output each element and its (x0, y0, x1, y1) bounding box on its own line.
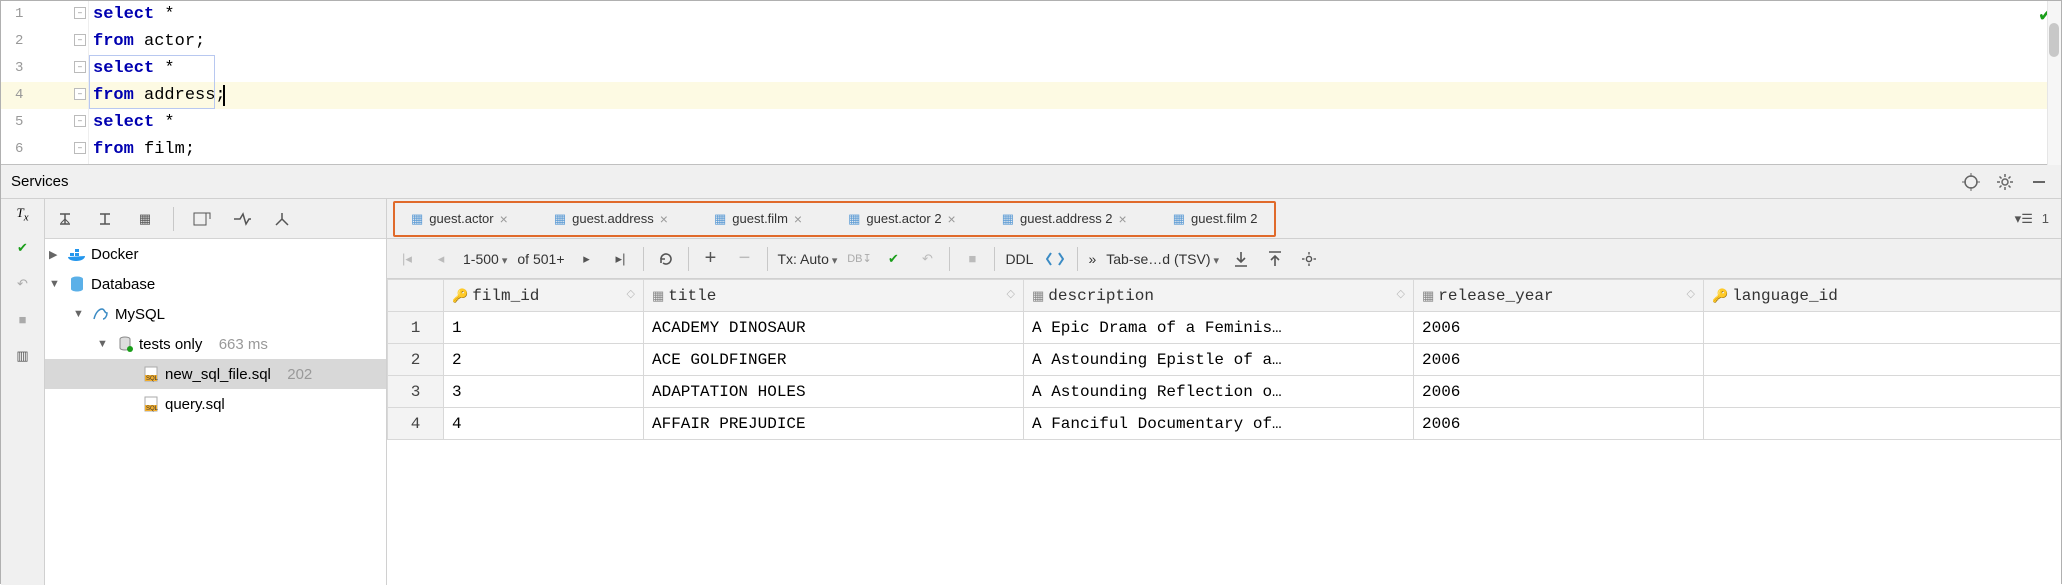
db-commit-icon[interactable]: DB↧ (847, 247, 871, 271)
tab-counter: 1 (2042, 211, 2049, 226)
key-icon: 🔑 (1712, 289, 1728, 304)
tab-guest-actor[interactable]: ▦guest.actor× (401, 204, 518, 234)
collapse-all-icon[interactable] (93, 207, 117, 231)
tree-node-tests[interactable]: ▼ tests only 663 ms (45, 329, 386, 359)
expand-all-icon[interactable] (53, 207, 77, 231)
rollback-icon[interactable]: ↶ (11, 272, 35, 296)
stop-icon[interactable]: ■ (960, 247, 984, 271)
page-of: of 501+ (517, 251, 564, 267)
mysql-icon (91, 307, 111, 321)
services-panel-header: Services (1, 165, 2061, 199)
gear-icon[interactable] (1993, 170, 2017, 194)
target-icon[interactable] (1959, 170, 1983, 194)
fold-icon[interactable]: – (74, 61, 86, 73)
tree-node-mysql[interactable]: ▼ MySQL (45, 299, 386, 329)
table-icon: ▦ (714, 211, 726, 227)
ddl-diff-icon[interactable] (1043, 247, 1067, 271)
database-icon (67, 276, 87, 292)
revert-icon[interactable]: ↶ (915, 247, 939, 271)
last-page-icon[interactable]: ▸| (609, 247, 633, 271)
services-label: Services (11, 173, 69, 190)
column-icon: ▦ (1032, 289, 1044, 304)
tree-node-file1[interactable]: SQL new_sql_file.sql 202 (45, 359, 386, 389)
stop-icon[interactable]: ■ (11, 308, 35, 332)
commit-icon[interactable]: ✔ (11, 236, 35, 260)
table-icon: ▦ (1002, 211, 1014, 227)
close-icon[interactable]: × (500, 211, 508, 227)
table-row[interactable]: 1 1 ACADEMY DINOSAUR A Epic Drama of a F… (388, 312, 2061, 344)
tab-guest-film-2[interactable]: ▦guest.film 2 (1163, 204, 1268, 234)
table-row[interactable]: 2 2 ACE GOLDFINGER A Astounding Epistle … (388, 344, 2061, 376)
remove-row-icon[interactable]: − (733, 247, 757, 271)
key-icon: 🔑 (452, 289, 468, 304)
grid-icon[interactable]: ▦ (133, 207, 157, 231)
table-icon: ▦ (1173, 211, 1185, 227)
run-rail: Tx ✔ ↶ ■ ▥ (1, 199, 45, 585)
editor-code[interactable]: select * from actor; select * from addre… (89, 1, 2061, 164)
code-editor[interactable]: 1– 2– 3– 4– 5– 6– select * from actor; s… (1, 1, 2061, 165)
column-icon: ▦ (652, 289, 664, 304)
tx-mode[interactable]: Tx: Auto (778, 251, 838, 267)
editor-gutter: 1– 2– 3– 4– 5– 6– (1, 1, 89, 164)
tree-toolbar: ▦ (45, 199, 386, 239)
more-icon[interactable]: » (1088, 251, 1096, 267)
tree-node-database[interactable]: ▼ Database (45, 269, 386, 299)
result-tabs: ▦guest.actor× ▦guest.address× ▦guest.fil… (387, 199, 2061, 239)
tree-node-file2[interactable]: SQL query.sql (45, 389, 386, 419)
tabs-dropdown-icon[interactable]: ▾☰ (2012, 207, 2036, 231)
table-row[interactable]: 3 3 ADAPTATION HOLES A Astounding Reflec… (388, 376, 2061, 408)
data-toolbar: |◂ ◂ 1-500 of 501+ ▸ ▸| + − Tx: Auto DB↧… (387, 239, 2061, 279)
result-grid[interactable]: 🔑film_id◇ ▦title◇ ▦description◇ ▦release… (387, 279, 2061, 585)
close-icon[interactable]: × (1119, 211, 1127, 227)
tab-guest-address-2[interactable]: ▦guest.address 2× (992, 204, 1137, 234)
svg-text:SQL: SQL (146, 406, 159, 412)
close-icon[interactable]: × (660, 211, 668, 227)
ddl-button[interactable]: DDL (1005, 251, 1033, 267)
first-page-icon[interactable]: |◂ (395, 247, 419, 271)
fold-icon[interactable]: – (74, 115, 86, 127)
tab-guest-address[interactable]: ▦guest.address× (544, 204, 678, 234)
fold-icon[interactable]: – (74, 88, 86, 100)
merge-icon[interactable] (270, 207, 294, 231)
sql-file-icon: SQL (141, 366, 161, 382)
table-icon: ▦ (411, 211, 423, 227)
page-range[interactable]: 1-500 (463, 251, 507, 267)
fold-icon[interactable]: – (74, 142, 86, 154)
docker-icon (67, 247, 87, 261)
table-icon: ▦ (848, 211, 860, 227)
next-page-icon[interactable]: ▸ (575, 247, 599, 271)
column-icon: ▦ (1422, 289, 1434, 304)
download-icon[interactable] (1229, 247, 1253, 271)
table-row[interactable]: 4 4 AFFAIR PREJUDICE A Fanciful Document… (388, 408, 2061, 440)
fold-icon[interactable]: – (74, 34, 86, 46)
table-header[interactable]: 🔑film_id◇ ▦title◇ ▦description◇ ▦release… (388, 280, 2061, 312)
open-tab-icon[interactable] (190, 207, 214, 231)
result-tabs-highlight: ▦guest.actor× ▦guest.address× ▦guest.fil… (393, 201, 1276, 237)
sql-file-icon: SQL (141, 396, 161, 412)
services-tree[interactable]: ▦ ▶ Docker ▼ (45, 199, 387, 585)
datasource-icon (115, 336, 135, 352)
tab-guest-actor-2[interactable]: ▦guest.actor 2× (838, 204, 966, 234)
gear-icon[interactable] (1297, 247, 1321, 271)
export-format[interactable]: Tab-se…d (TSV) (1106, 251, 1219, 267)
table-icon: ▦ (554, 211, 566, 227)
svg-text:SQL: SQL (146, 376, 159, 382)
add-row-icon[interactable]: + (699, 247, 723, 271)
fold-icon[interactable]: – (74, 7, 86, 19)
editor-scrollbar[interactable] (2047, 1, 2061, 165)
tab-guest-film[interactable]: ▦guest.film× (704, 204, 812, 234)
reload-icon[interactable] (654, 247, 678, 271)
minimize-icon[interactable] (2027, 170, 2051, 194)
close-icon[interactable]: × (794, 211, 802, 227)
close-icon[interactable]: × (948, 211, 956, 227)
diff-icon[interactable] (230, 207, 254, 231)
prev-page-icon[interactable]: ◂ (429, 247, 453, 271)
layout-icon[interactable]: ▥ (11, 344, 35, 368)
submit-icon[interactable]: ✔ (881, 247, 905, 271)
upload-icon[interactable] (1263, 247, 1287, 271)
tree-node-docker[interactable]: ▶ Docker (45, 239, 386, 269)
tx-icon[interactable]: Tx (16, 205, 28, 224)
